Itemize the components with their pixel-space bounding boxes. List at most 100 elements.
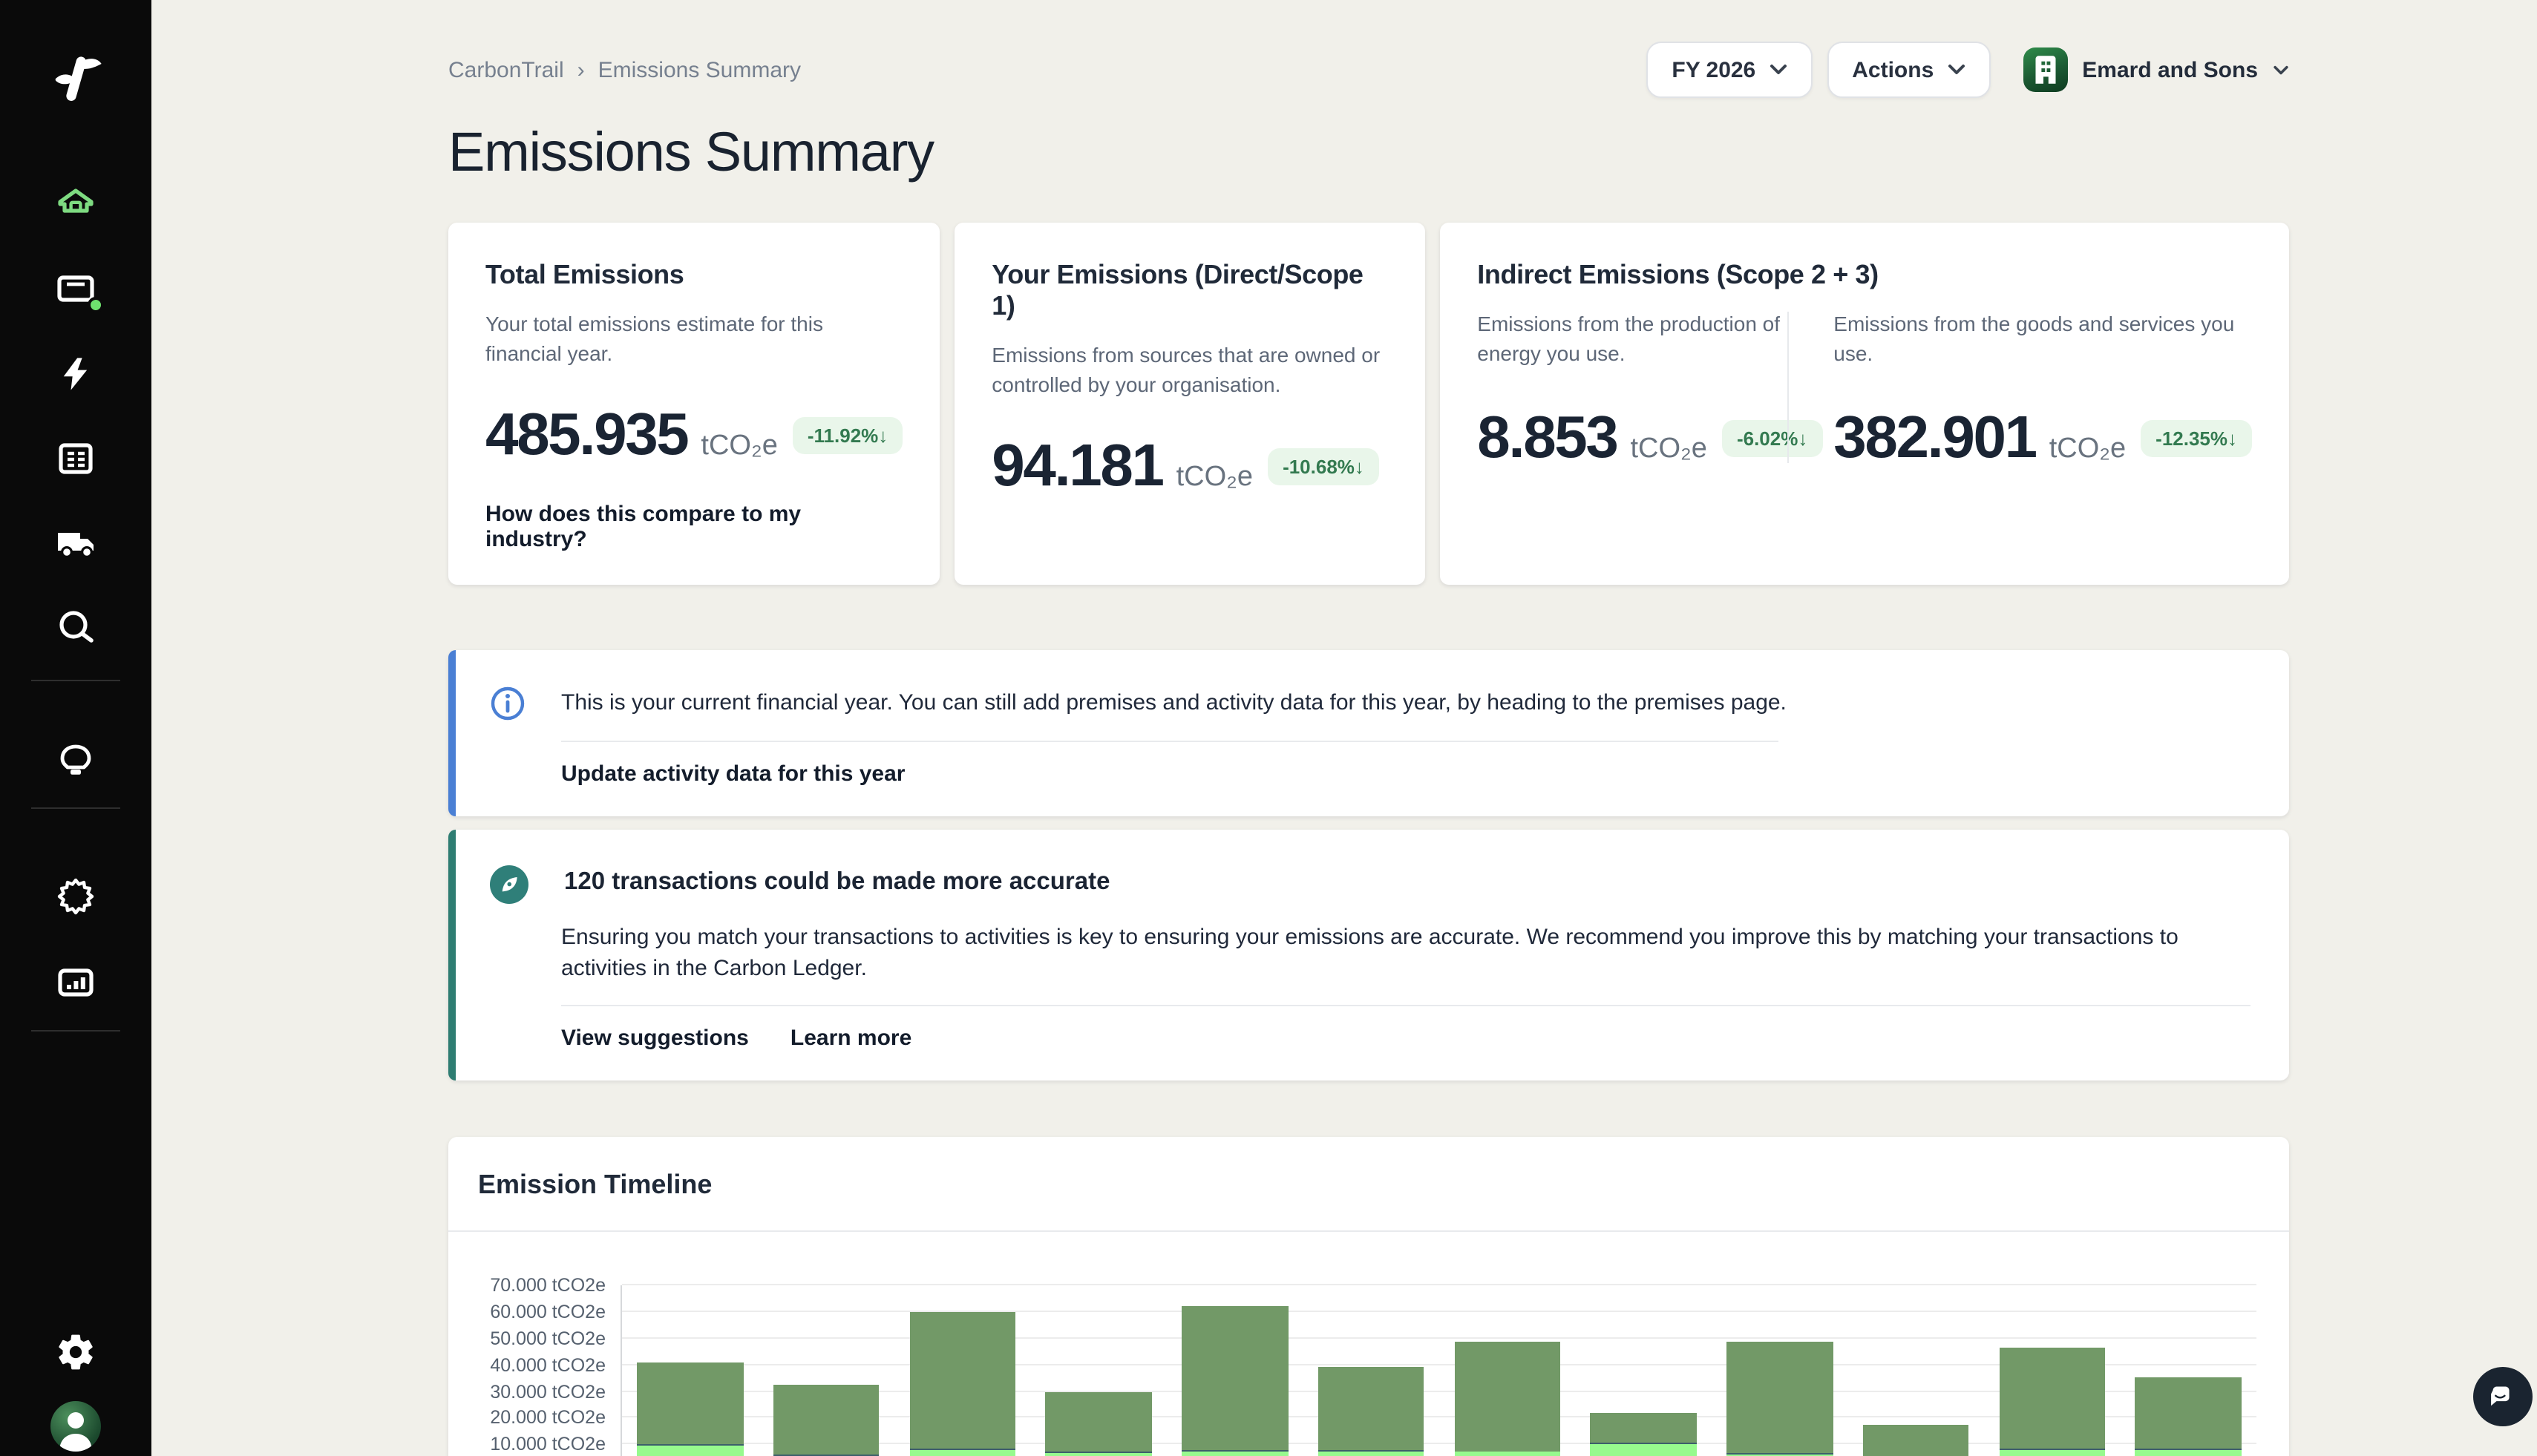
y-axis-tick-label: 20.000 tCO2e bbox=[490, 1408, 606, 1429]
unit-label: tCO₂e bbox=[701, 430, 777, 462]
emission-timeline-chart: 0 tCO2e10.000 tCO2e20.000 tCO2e30.000 tC… bbox=[448, 1232, 2289, 1456]
bar-segment-middle-dark-teal bbox=[909, 1448, 1015, 1449]
change-badge: -12.35%↓ bbox=[2141, 419, 2252, 456]
sidebar-item-reports[interactable] bbox=[50, 957, 101, 1008]
learn-more-link[interactable]: Learn more bbox=[790, 1026, 911, 1051]
person-icon bbox=[50, 1401, 101, 1452]
header-controls: FY 2026 Actions Emard and Sons bbox=[1646, 42, 2289, 98]
total-emissions-card: Total Emissions Your total emissions est… bbox=[448, 223, 940, 584]
y-axis-tick-label: 50.000 tCO2e bbox=[490, 1328, 606, 1349]
sidebar-item-settings[interactable] bbox=[50, 1327, 101, 1377]
banner-accent bbox=[448, 829, 456, 1080]
direct-emissions-card: Your Emissions (Direct/Scope 1) Emission… bbox=[955, 223, 1425, 584]
sidebar-item-carbon-ledger[interactable] bbox=[50, 264, 101, 315]
stacked-bar-sept-2025 bbox=[1318, 1285, 1424, 1456]
view-suggestions-link[interactable]: View suggestions bbox=[561, 1026, 749, 1051]
chevron-down-icon bbox=[1769, 64, 1787, 76]
y-axis-tick-label: 70.000 tCO2e bbox=[490, 1275, 606, 1296]
bar-segment-middle-dark-teal bbox=[1999, 1448, 2105, 1449]
sidebar-item-search[interactable] bbox=[50, 603, 101, 653]
update-activity-link[interactable]: Update activity data for this year bbox=[561, 761, 906, 786]
industry-compare-link[interactable]: How does this compare to my industry? bbox=[485, 501, 903, 551]
avatar bbox=[50, 1401, 101, 1452]
stacked-bar-apr-2025 bbox=[637, 1285, 743, 1456]
bar-segment-top-sage-green bbox=[1454, 1342, 1560, 1451]
change-badge: -10.68%↓ bbox=[1268, 447, 1379, 485]
lightning-icon bbox=[56, 355, 95, 393]
org-switcher[interactable]: Emard and Sons bbox=[2023, 47, 2289, 92]
bar-segment-bottom-light-green bbox=[1182, 1452, 1288, 1456]
certification-seal-icon bbox=[53, 874, 98, 919]
bar-segment-bottom-light-green bbox=[637, 1446, 743, 1456]
page-title: Emissions Summary bbox=[448, 122, 2289, 184]
emission-timeline-card: Emission Timeline 0 tCO2e10.000 tCO2e20.… bbox=[448, 1137, 2289, 1456]
bar-segment-middle-dark-teal bbox=[637, 1443, 743, 1446]
sidebar-item-home[interactable] bbox=[50, 180, 101, 230]
y-axis: 0 tCO2e10.000 tCO2e20.000 tCO2e30.000 tC… bbox=[475, 1285, 606, 1456]
card-title: Your Emissions (Direct/Scope 1) bbox=[992, 260, 1388, 322]
card-title: Total Emissions bbox=[485, 260, 903, 291]
truck-icon bbox=[53, 521, 98, 565]
breadcrumb-separator: › bbox=[577, 57, 585, 82]
bar-segment-middle-dark-teal bbox=[1454, 1451, 1560, 1452]
home-icon bbox=[53, 183, 98, 227]
indirect-emissions-card: Indirect Emissions (Scope 2 + 3) Emissio… bbox=[1440, 223, 2289, 584]
chat-bubble-icon bbox=[2487, 1380, 2519, 1413]
summary-cards: Total Emissions Your total emissions est… bbox=[448, 223, 2289, 584]
card-description: Your total emissions estimate for this f… bbox=[485, 309, 903, 369]
y-axis-tick-label: 30.000 tCO2e bbox=[490, 1381, 606, 1402]
bar-segment-bottom-light-green bbox=[909, 1449, 1015, 1456]
bar-segment-top-sage-green bbox=[1318, 1366, 1424, 1451]
bar-segment-bottom-light-green bbox=[1999, 1449, 2105, 1456]
y-axis-tick-label: 60.000 tCO2e bbox=[490, 1302, 606, 1322]
actions-button[interactable]: Actions bbox=[1827, 42, 1990, 98]
sidebar-divider bbox=[31, 1030, 120, 1032]
breadcrumb-current[interactable]: Emissions Summary bbox=[598, 57, 801, 82]
sidebar-item-energy[interactable] bbox=[50, 349, 101, 399]
y-axis-tick-label: 40.000 tCO2e bbox=[490, 1354, 606, 1375]
bar-segment-top-sage-green bbox=[1863, 1426, 1969, 1456]
records-table-icon bbox=[53, 436, 98, 481]
breadcrumb-root[interactable]: CarbonTrail bbox=[448, 57, 564, 82]
stacked-bar-dec-2025 bbox=[1726, 1285, 1833, 1456]
fy-selector-label: FY 2026 bbox=[1672, 57, 1755, 82]
scope2-column: Emissions from the production of energy … bbox=[1477, 309, 1787, 471]
stacked-bar-oct-2025 bbox=[1454, 1285, 1560, 1456]
bar-segment-top-sage-green bbox=[1726, 1342, 1833, 1453]
banner-divider bbox=[561, 740, 1778, 741]
transactions-banner: 120 transactions could be made more accu… bbox=[448, 829, 2289, 1080]
chart-title: Emission Timeline bbox=[448, 1170, 2289, 1201]
bar-segment-top-sage-green bbox=[1591, 1413, 1697, 1443]
info-icon bbox=[490, 685, 526, 721]
sidebar-item-transport[interactable] bbox=[50, 518, 101, 568]
main-area: CarbonTrail › Emissions Summary FY 2026 … bbox=[151, 0, 2537, 1456]
lightbulb-icon bbox=[53, 739, 98, 784]
scope3-column: Emissions from the goods and services yo… bbox=[1789, 309, 2252, 471]
breadcrumb: CarbonTrail › Emissions Summary bbox=[448, 57, 801, 82]
card-title: Indirect Emissions (Scope 2 + 3) bbox=[1477, 260, 2252, 291]
bar-segment-top-sage-green bbox=[1999, 1348, 2105, 1448]
org-building-icon bbox=[2023, 47, 2067, 92]
sidebar-item-records[interactable] bbox=[50, 433, 101, 484]
card-description: Emissions from sources that are owned or… bbox=[992, 340, 1388, 400]
unit-label: tCO₂e bbox=[2049, 433, 2126, 465]
banner-title: 120 transactions could be made more accu… bbox=[564, 868, 1110, 896]
plot-area: Apr 2025May 2025Jun 2025Jul 2025Aug 2025… bbox=[621, 1285, 2256, 1456]
sidebar-item-ideas[interactable] bbox=[50, 736, 101, 787]
sidebar-user-avatar[interactable] bbox=[50, 1401, 101, 1452]
stacked-bar-feb-2026 bbox=[1999, 1285, 2105, 1456]
banner-accent bbox=[448, 649, 456, 816]
bar-segment-middle-dark-teal bbox=[1182, 1450, 1288, 1452]
chat-button[interactable] bbox=[2473, 1367, 2533, 1426]
bar-segment-bottom-light-green bbox=[1046, 1453, 1152, 1456]
stacked-bar-jul-2025 bbox=[1046, 1285, 1152, 1456]
fy-selector-button[interactable]: FY 2026 bbox=[1646, 42, 1812, 98]
org-name: Emard and Sons bbox=[2082, 57, 2258, 82]
sidebar bbox=[0, 0, 151, 1456]
stacked-bar-jun-2025 bbox=[909, 1285, 1015, 1456]
bar-segment-top-sage-green bbox=[1182, 1305, 1288, 1450]
sidebar-item-certifications[interactable] bbox=[50, 871, 101, 922]
stacked-bar-nov-2025 bbox=[1591, 1285, 1697, 1456]
financial-year-banner: This is your current financial year. You… bbox=[448, 649, 2289, 816]
carbontrail-logo[interactable] bbox=[43, 46, 108, 111]
